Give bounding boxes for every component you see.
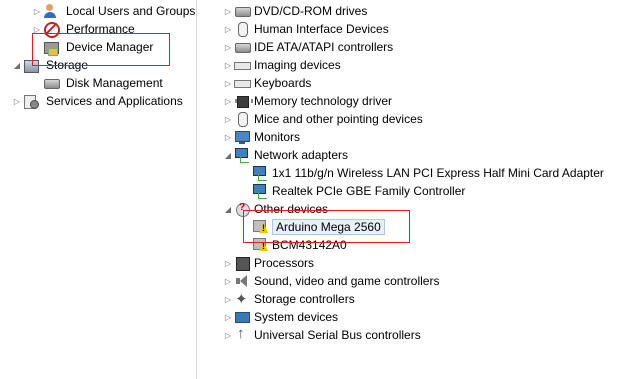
network-adapter-icon xyxy=(252,165,268,181)
device-category-keyboards[interactable]: ▷ Keyboards xyxy=(222,74,311,92)
category-label: Universal Serial Bus controllers xyxy=(254,328,421,342)
expand-icon[interactable]: ▷ xyxy=(222,74,234,92)
category-label: System devices xyxy=(254,310,339,324)
device-category-processors[interactable]: ▷ Processors xyxy=(222,254,314,272)
device-label: Realtek PCIe GBE Family Controller xyxy=(272,184,466,198)
highlight-box xyxy=(243,210,410,243)
device-category-usb[interactable]: ▷ Universal Serial Bus controllers xyxy=(222,325,421,344)
device-category-ide[interactable]: ▷ IDE ATA/ATAPI controllers xyxy=(222,38,393,56)
dvd-drive-icon xyxy=(234,3,251,19)
system-device-icon xyxy=(234,309,250,325)
imaging-icon xyxy=(234,57,251,73)
expand-icon[interactable]: ▷ xyxy=(222,128,234,146)
network-adapter-icon xyxy=(252,183,268,199)
collapse-icon[interactable]: ◢ xyxy=(222,146,234,164)
tree-item-services[interactable]: ▷ Services and Applications xyxy=(11,92,186,110)
highlight-box xyxy=(32,33,170,66)
device-item-wireless[interactable]: 1x1 11b/g/n Wireless LAN PCI Express Hal… xyxy=(240,164,604,182)
category-label: Mice and other pointing devices xyxy=(254,112,423,126)
category-label: IDE ATA/ATAPI controllers xyxy=(254,40,394,54)
tree-item-label: Disk Management xyxy=(66,76,163,90)
category-label: Processors xyxy=(254,256,315,270)
category-label: Keyboards xyxy=(254,76,312,90)
memory-icon xyxy=(234,93,253,109)
expand-icon[interactable]: ▷ xyxy=(222,20,234,38)
expand-icon[interactable]: ▷ xyxy=(222,110,234,128)
collapse-icon[interactable]: ◢ xyxy=(222,200,234,218)
device-category-mice[interactable]: ▷ Mice and other pointing devices xyxy=(222,110,423,128)
category-label: Storage controllers xyxy=(254,292,355,306)
category-label: Human Interface Devices xyxy=(254,22,389,36)
expand-icon[interactable]: ▷ xyxy=(222,38,234,56)
expand-icon[interactable]: ▷ xyxy=(222,272,234,290)
mouse-icon xyxy=(234,111,250,127)
device-category-memory[interactable]: ▷ Memory technology driver xyxy=(222,92,392,110)
processor-icon xyxy=(234,255,250,271)
expand-icon[interactable]: ▷ xyxy=(222,2,234,20)
monitor-icon xyxy=(234,129,250,145)
device-category-network[interactable]: ◢ Network adapters xyxy=(222,146,348,164)
device-category-sound[interactable]: ▷ Sound, video and game controllers xyxy=(222,272,440,290)
category-label: Imaging devices xyxy=(254,58,341,72)
device-category-hid[interactable]: ▷ Human Interface Devices xyxy=(222,20,389,38)
usb-icon xyxy=(234,325,250,343)
expand-icon[interactable]: ▷ xyxy=(31,2,43,20)
expand-icon[interactable]: ▷ xyxy=(222,308,234,326)
storage-controller-icon xyxy=(234,290,250,308)
category-label: Sound, video and game controllers xyxy=(254,274,440,288)
device-category-storage-controllers[interactable]: ▷ Storage controllers xyxy=(222,290,355,308)
expand-icon[interactable]: ▷ xyxy=(222,326,234,344)
hid-icon xyxy=(234,21,250,37)
disk-icon xyxy=(43,75,60,91)
device-label: 1x1 11b/g/n Wireless LAN PCI Express Hal… xyxy=(272,166,604,180)
ide-controller-icon xyxy=(234,39,251,55)
keyboard-icon xyxy=(234,75,251,91)
services-icon xyxy=(23,93,39,109)
expand-icon[interactable]: ▷ xyxy=(11,92,23,110)
tree-item-label: Services and Applications xyxy=(46,94,183,108)
speaker-icon xyxy=(234,273,250,289)
device-item-realtek[interactable]: Realtek PCIe GBE Family Controller xyxy=(240,182,465,200)
category-label: Monitors xyxy=(254,130,301,144)
tree-item-label: Local Users and Groups xyxy=(66,4,196,18)
collapse-icon[interactable]: ◢ xyxy=(11,56,23,74)
category-label: Memory technology driver xyxy=(254,94,393,108)
network-adapter-icon xyxy=(234,147,250,163)
expand-icon[interactable]: ▷ xyxy=(222,92,234,110)
category-label: DVD/CD-ROM drives xyxy=(254,4,368,18)
tree-item-local-users[interactable]: ▷ Local Users and Groups xyxy=(31,2,198,20)
tree-item-disk-management[interactable]: Disk Management xyxy=(31,74,166,92)
pane-divider[interactable] xyxy=(196,0,197,379)
expand-icon[interactable]: ▷ xyxy=(222,56,234,74)
category-label: Network adapters xyxy=(254,148,349,162)
users-icon xyxy=(43,3,59,19)
device-category-monitors[interactable]: ▷ Monitors xyxy=(222,128,300,146)
device-category-system[interactable]: ▷ System devices xyxy=(222,308,338,326)
expand-icon[interactable]: ▷ xyxy=(222,290,234,308)
device-category-dvd[interactable]: ▷ DVD/CD-ROM drives xyxy=(222,2,367,20)
device-category-imaging[interactable]: ▷ Imaging devices xyxy=(222,56,341,74)
expand-icon[interactable]: ▷ xyxy=(222,254,234,272)
